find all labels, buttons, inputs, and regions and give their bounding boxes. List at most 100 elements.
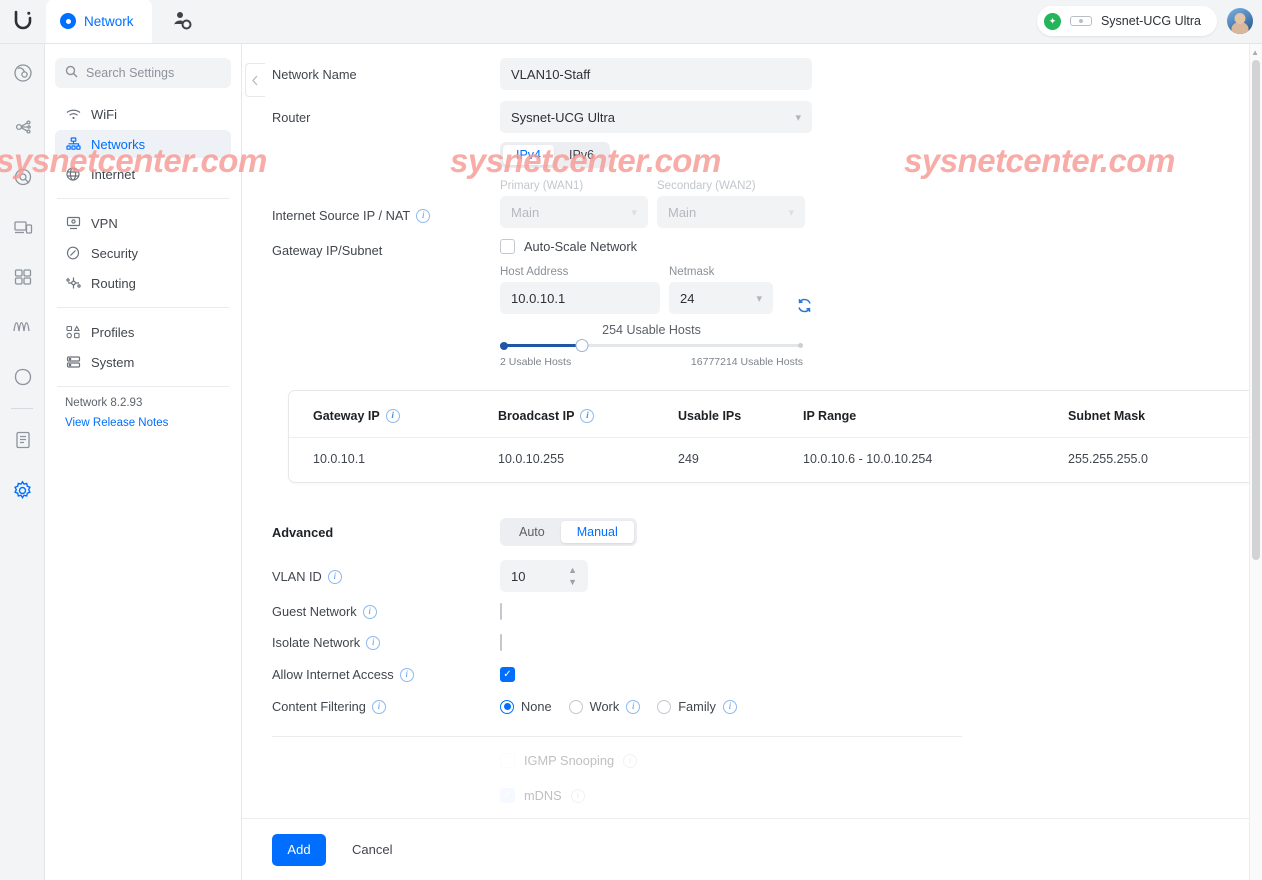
auto-scale-network-row[interactable]: Auto-Scale Network	[500, 239, 1262, 254]
sidebar-item-internet[interactable]: Internet	[55, 160, 231, 188]
rail-item-topology[interactable]	[0, 102, 45, 152]
add-button[interactable]: Add	[272, 833, 326, 866]
cell-ip-range: 10.0.10.6 - 10.0.10.254	[803, 452, 933, 466]
ubiquiti-logo-icon[interactable]	[0, 0, 46, 43]
radio-none-label: None	[521, 699, 552, 714]
tab-network-label: Network	[84, 13, 134, 29]
form-row-advanced: Advanced Auto Manual	[272, 518, 1262, 546]
column-usable-ips: Usable IPs	[654, 391, 779, 438]
netmask-group: Netmask 24 ▾	[669, 266, 773, 314]
info-icon[interactable]: i	[623, 753, 638, 768]
user-avatar[interactable]	[1227, 8, 1253, 34]
rail-item-clients[interactable]	[0, 252, 45, 302]
cancel-button[interactable]: Cancel	[352, 842, 392, 857]
console-selector[interactable]: ✦ Sysnet-UCG Ultra	[1036, 6, 1217, 36]
radio-family-label: Family	[678, 699, 716, 714]
slider-end-dot	[798, 342, 803, 348]
stepper-down-icon[interactable]: ▼	[568, 577, 577, 587]
info-icon[interactable]: i	[626, 699, 641, 714]
content-filtering-label: Content Filtering i	[272, 699, 500, 714]
isolate-network-label: Isolate Network i	[272, 635, 500, 650]
usable-hosts-slider[interactable]: 254 Usable Hosts 2 Usable Hosts 16777214…	[500, 323, 803, 368]
mdns-checkbox[interactable]: ✓	[500, 788, 515, 803]
radio-family[interactable]	[657, 699, 672, 714]
info-icon[interactable]: i	[722, 699, 737, 714]
info-icon[interactable]: i	[580, 409, 595, 423]
refresh-icon[interactable]	[796, 297, 813, 314]
mode-auto[interactable]: Auto	[503, 521, 561, 543]
form-row-router: Router Sysnet-UCG Ultra ▾	[272, 101, 1262, 133]
router-label: Router	[272, 110, 311, 125]
sidebar-item-vpn[interactable]: VPN	[55, 209, 231, 237]
info-icon[interactable]: i	[399, 667, 414, 682]
rail-item-ports[interactable]	[0, 152, 45, 202]
host-address-input[interactable]: 10.0.10.1	[500, 282, 660, 314]
stepper-up-icon[interactable]: ▲	[568, 565, 577, 575]
column-subnet-mask: Subnet Mask	[1044, 391, 1261, 438]
chevron-left-icon[interactable]	[245, 63, 265, 97]
sidebar-item-label: Networks	[91, 136, 146, 152]
sidebar-item-routing[interactable]: Routing	[55, 269, 231, 297]
rail-item-settings[interactable]	[0, 465, 45, 515]
guest-network-label: Guest Network i	[272, 604, 500, 619]
tab-ipv4[interactable]: IPv4	[503, 145, 555, 165]
form-row-isolate-network: Isolate Network i	[272, 634, 1262, 651]
tab-network[interactable]: Network	[46, 0, 152, 43]
allow-internet-checkbox[interactable]: ✓	[500, 667, 515, 682]
rail-item-dashboard[interactable]	[0, 44, 45, 102]
tab-admin[interactable]	[151, 0, 212, 43]
internet-source-label: Internet Source IP / NAT i	[272, 180, 500, 223]
guest-network-checkbox[interactable]	[500, 603, 502, 620]
search-input[interactable]: Search Settings	[55, 58, 231, 88]
secondary-wan-select[interactable]: Main ▾	[657, 196, 805, 228]
slider-track[interactable]	[500, 339, 803, 352]
info-icon[interactable]: i	[416, 208, 431, 223]
radio-work[interactable]	[568, 699, 583, 714]
rail-item-logs[interactable]	[0, 415, 45, 465]
rail-item-devices[interactable]	[0, 202, 45, 252]
sidebar-item-security[interactable]: Security	[55, 239, 231, 267]
vertical-scrollbar[interactable]: ▲	[1249, 44, 1262, 880]
info-icon[interactable]: i	[371, 699, 386, 714]
sidebar-item-networks[interactable]: Networks	[55, 130, 231, 158]
sidebar-item-label: System	[91, 354, 135, 370]
slider-handle[interactable]	[575, 339, 589, 352]
radio-none[interactable]	[500, 699, 514, 714]
auto-scale-checkbox[interactable]	[500, 239, 515, 254]
vlan-id-input[interactable]: 10 ▲ ▼	[500, 560, 588, 592]
network-name-input[interactable]: VLAN10-Staff	[500, 58, 812, 90]
form-row-internet-source: Internet Source IP / NAT i Primary (WAN1…	[272, 180, 1262, 228]
sidebar-item-label: Internet	[91, 166, 136, 182]
scrollbar-thumb[interactable]	[1252, 60, 1260, 560]
form-row-gateway: Gateway IP/Subnet Auto-Scale Network Hos…	[272, 239, 1262, 368]
release-notes-link[interactable]: View Release Notes	[55, 417, 231, 429]
info-icon[interactable]: i	[366, 635, 381, 650]
user-admin-icon	[172, 10, 192, 33]
scroll-up-arrow-icon[interactable]: ▲	[1251, 48, 1259, 57]
quantity-stepper[interactable]: ▲ ▼	[568, 565, 577, 587]
igmp-snooping-checkbox[interactable]	[500, 753, 515, 768]
router-select[interactable]: Sysnet-UCG Ultra ▾	[500, 101, 812, 133]
gateway-label: Gateway IP/Subnet	[272, 243, 383, 258]
sidebar-item-label: WiFi	[91, 106, 117, 122]
sidebar-item-wifi[interactable]: WiFi	[55, 100, 231, 128]
rail-item-protect[interactable]	[0, 352, 45, 402]
netmask-select[interactable]: 24 ▾	[669, 282, 773, 314]
isolate-network-checkbox[interactable]	[500, 634, 502, 651]
form-row-mdns: ✓ mDNS i	[272, 788, 1262, 803]
sidebar-item-label: Routing	[91, 275, 136, 291]
rail-item-insights[interactable]	[0, 302, 45, 352]
sidebar-item-system[interactable]: System	[55, 348, 231, 376]
primary-wan-select[interactable]: Main ▾	[500, 196, 648, 228]
mode-manual[interactable]: Manual	[560, 521, 634, 543]
sidebar-item-profiles[interactable]: Profiles	[55, 318, 231, 346]
info-icon[interactable]: i	[327, 569, 342, 584]
secondary-wan-group: Secondary (WAN2) Main ▾	[657, 180, 805, 228]
tab-ipv6[interactable]: IPv6	[556, 145, 607, 165]
info-icon[interactable]: i	[385, 409, 400, 423]
info-icon[interactable]: i	[570, 788, 585, 803]
sidebar-item-label: Security	[91, 245, 138, 261]
version-label: Network 8.2.93	[65, 397, 143, 409]
auto-scale-label: Auto-Scale Network	[524, 239, 638, 254]
info-icon[interactable]: i	[362, 604, 377, 619]
